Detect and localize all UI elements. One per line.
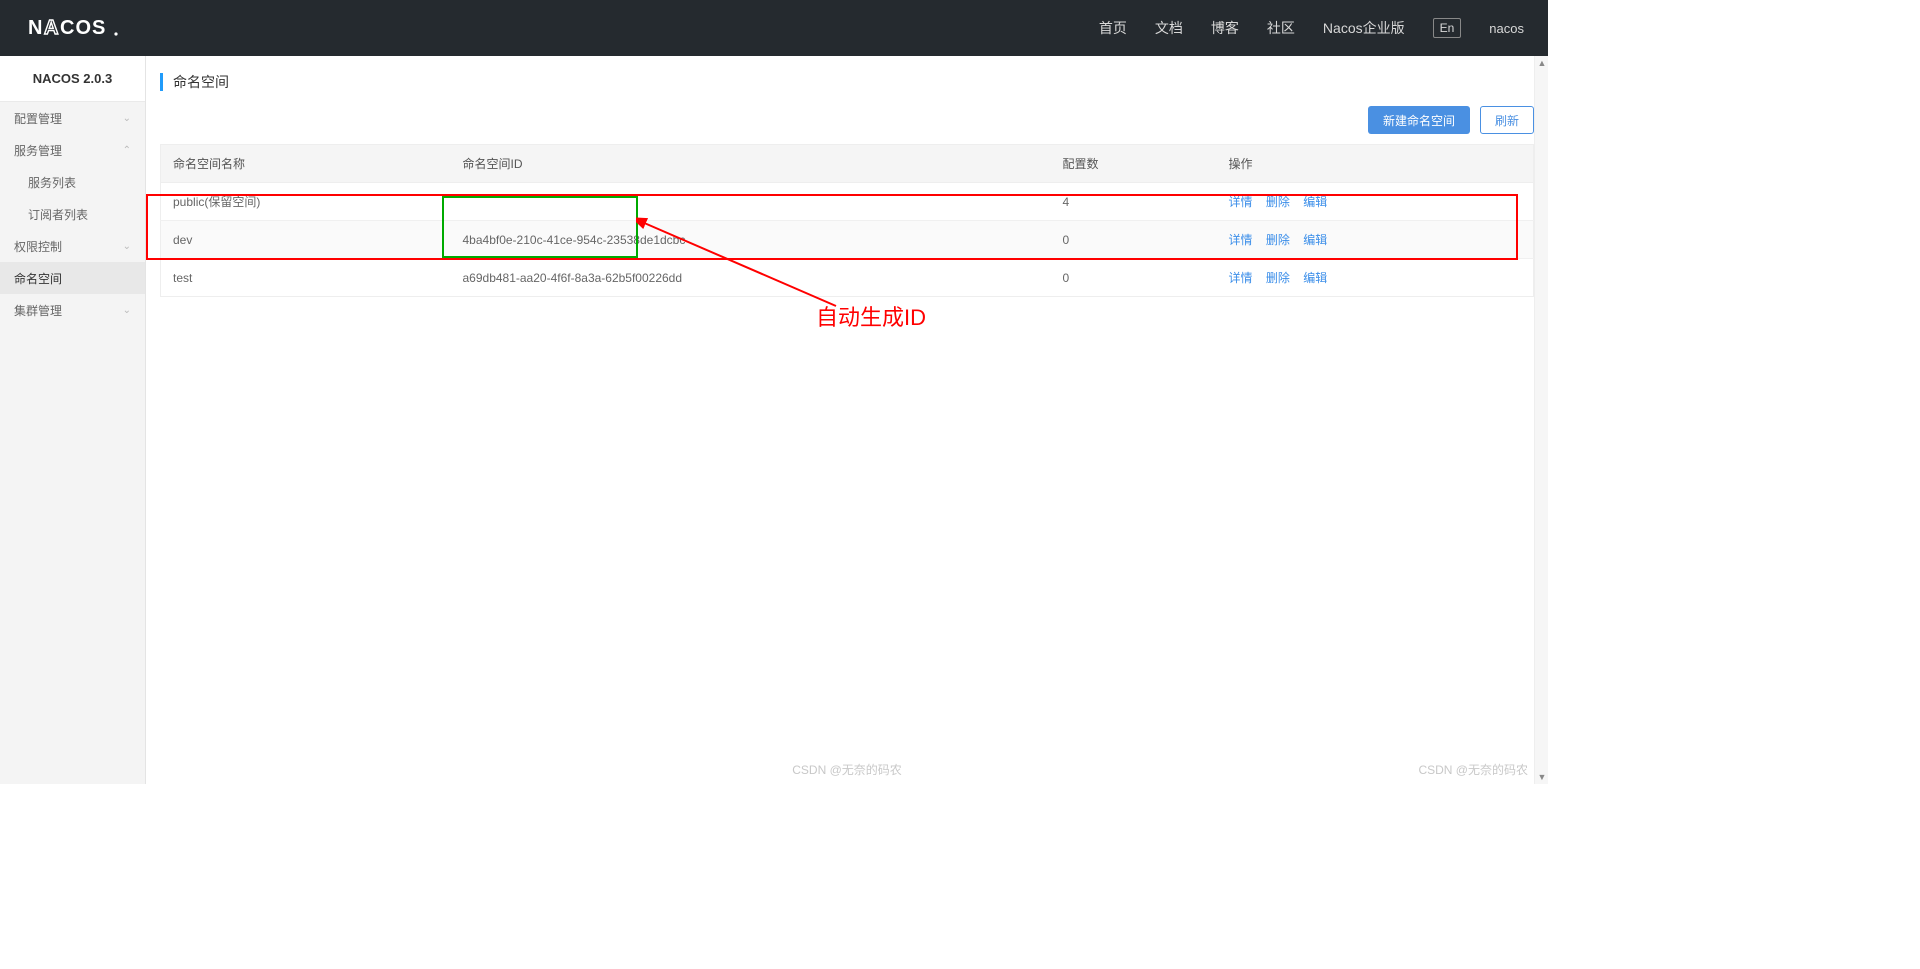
vertical-scrollbar[interactable]: ▲ ▼ (1534, 56, 1548, 784)
sidebar-item-label: 权限控制 (14, 238, 62, 255)
nav-enterprise[interactable]: Nacos企业版 (1323, 18, 1405, 38)
cell-actions: 详情 删除 编辑 (1217, 221, 1534, 259)
cell-name: dev (161, 221, 451, 259)
chevron-down-icon: ⌄ (123, 241, 131, 252)
cell-id: 4ba4bf0e-210c-41ce-954c-23538de1dcbc (451, 221, 1051, 259)
th-name: 命名空间名称 (161, 145, 451, 183)
sidebar-item-label: 集群管理 (14, 302, 62, 319)
namespace-table: 命名空间名称 命名空间ID 配置数 操作 public(保留空间) 4 详情 删… (160, 144, 1534, 297)
refresh-button[interactable]: 刷新 (1480, 106, 1534, 134)
title-accent-bar (160, 73, 163, 91)
scroll-down-icon[interactable]: ▼ (1535, 770, 1549, 784)
watermark-right: CSDN @无奈的码农 (1418, 761, 1528, 778)
cell-count: 0 (1051, 259, 1217, 297)
nav-blog[interactable]: 博客 (1211, 18, 1239, 38)
sidebar: NACOS 2.0.3 配置管理 ⌄ 服务管理 ⌃ 服务列表 订阅者列表 权限控… (0, 56, 146, 784)
sidebar-item-cluster[interactable]: 集群管理 ⌄ (0, 294, 145, 326)
sidebar-sub-subscriber-list[interactable]: 订阅者列表 (0, 198, 145, 230)
edit-link[interactable]: 编辑 (1303, 233, 1327, 247)
nav-docs[interactable]: 文档 (1155, 18, 1183, 38)
user-menu[interactable]: nacos (1489, 21, 1524, 36)
edit-link[interactable]: 编辑 (1303, 195, 1327, 209)
cell-actions: 详情 删除 编辑 (1217, 259, 1534, 297)
sidebar-item-label: 命名空间 (14, 270, 62, 287)
logo-svg: N A COS (28, 17, 124, 39)
nav-community[interactable]: 社区 (1267, 18, 1295, 38)
cell-name: test (161, 259, 451, 297)
create-namespace-button[interactable]: 新建命名空间 (1368, 106, 1470, 134)
svg-text:A: A (44, 17, 59, 39)
table-row: public(保留空间) 4 详情 删除 编辑 (161, 183, 1534, 221)
svg-text:N: N (28, 17, 43, 39)
watermark: CSDN @无奈的码农 (792, 761, 902, 778)
sidebar-item-service[interactable]: 服务管理 ⌃ (0, 134, 145, 166)
delete-link[interactable]: 删除 (1266, 233, 1290, 247)
scroll-up-icon[interactable]: ▲ (1535, 56, 1549, 70)
sidebar-item-label: 服务管理 (14, 142, 62, 159)
brand-logo: N A COS (28, 17, 124, 39)
delete-link[interactable]: 删除 (1266, 271, 1290, 285)
sidebar-item-label: 配置管理 (14, 110, 62, 127)
th-action: 操作 (1217, 145, 1534, 183)
toolbar: 新建命名空间 刷新 (160, 106, 1534, 134)
table-row: test a69db481-aa20-4f6f-8a3a-62b5f00226d… (161, 259, 1534, 297)
chevron-down-icon: ⌄ (123, 113, 131, 124)
page-header: 命名空间 (160, 72, 1534, 92)
sidebar-sub-label: 服务列表 (28, 174, 76, 191)
topbar: N A COS 首页 文档 博客 社区 Nacos企业版 En nacos (0, 0, 1548, 56)
cell-id (451, 183, 1051, 221)
detail-link[interactable]: 详情 (1229, 233, 1253, 247)
sidebar-sub-service-list[interactable]: 服务列表 (0, 166, 145, 198)
chevron-up-icon: ⌃ (123, 145, 131, 156)
sidebar-item-config[interactable]: 配置管理 ⌄ (0, 102, 145, 134)
annotation-label: 自动生成ID (816, 300, 926, 332)
lang-toggle[interactable]: En (1433, 18, 1462, 38)
page-title: 命名空间 (173, 72, 229, 92)
sidebar-sub-label: 订阅者列表 (28, 206, 88, 223)
delete-link[interactable]: 删除 (1266, 195, 1290, 209)
sidebar-item-namespace[interactable]: 命名空间 (0, 262, 145, 294)
cell-name: public(保留空间) (161, 183, 451, 221)
th-count: 配置数 (1051, 145, 1217, 183)
detail-link[interactable]: 详情 (1229, 271, 1253, 285)
table-header-row: 命名空间名称 命名空间ID 配置数 操作 (161, 145, 1534, 183)
chevron-down-icon: ⌄ (123, 305, 131, 316)
top-nav: 首页 文档 博客 社区 Nacos企业版 En nacos (1099, 18, 1524, 38)
table-row: dev 4ba4bf0e-210c-41ce-954c-23538de1dcbc… (161, 221, 1534, 259)
cell-count: 4 (1051, 183, 1217, 221)
cell-count: 0 (1051, 221, 1217, 259)
sidebar-item-permission[interactable]: 权限控制 ⌄ (0, 230, 145, 262)
cell-actions: 详情 删除 编辑 (1217, 183, 1534, 221)
detail-link[interactable]: 详情 (1229, 195, 1253, 209)
th-id: 命名空间ID (451, 145, 1051, 183)
edit-link[interactable]: 编辑 (1303, 271, 1327, 285)
svg-text:COS: COS (60, 17, 106, 39)
nav-home[interactable]: 首页 (1099, 18, 1127, 38)
main-content: 命名空间 新建命名空间 刷新 命名空间名称 命名空间ID 配置数 操作 publ… (146, 56, 1548, 784)
sidebar-title: NACOS 2.0.3 (0, 56, 145, 102)
cell-id: a69db481-aa20-4f6f-8a3a-62b5f00226dd (451, 259, 1051, 297)
